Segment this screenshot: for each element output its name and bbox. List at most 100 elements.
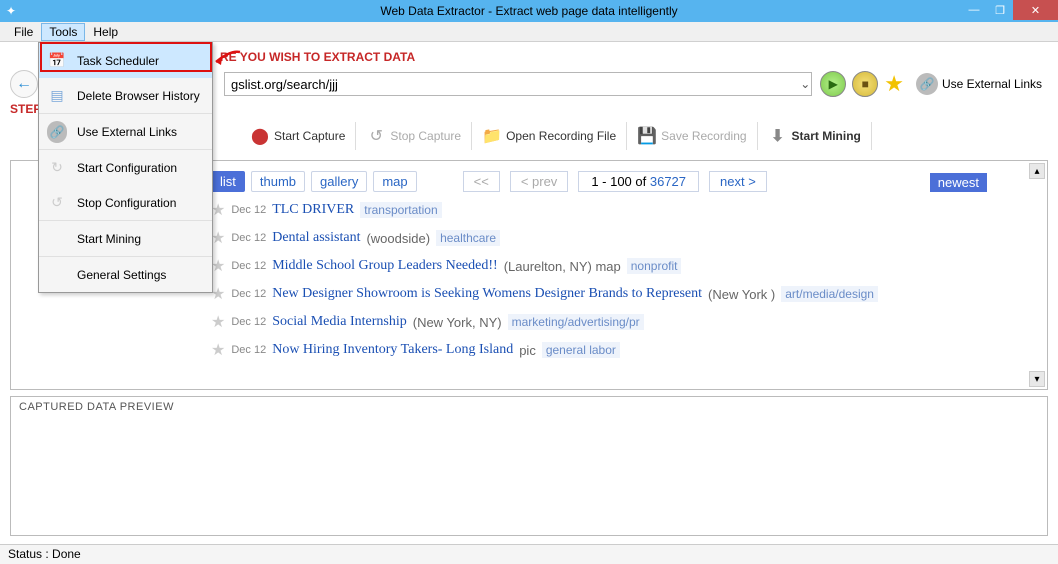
listing-row[interactable]: ★ Dec 12 Dental assistant (woodside) healthc… [211, 228, 1017, 248]
dd-label: Delete Browser History [77, 89, 200, 103]
menu-stop-config[interactable]: ↺ Stop Configuration [39, 185, 212, 220]
menu-file[interactable]: File [6, 23, 41, 41]
pager-first[interactable]: << [463, 171, 500, 192]
menu-general-settings[interactable]: General Settings [39, 257, 212, 292]
ext-links-label: Use External Links [942, 77, 1042, 91]
go-button[interactable]: ▶ [820, 71, 846, 97]
undo-icon: ↺ [366, 126, 386, 146]
tbtn-label: Open Recording File [506, 129, 616, 143]
range-total: 36727 [650, 174, 686, 189]
view-map[interactable]: map [373, 171, 416, 192]
external-links-toggle[interactable]: 🔗 Use External Links [910, 71, 1048, 97]
statusbar: Status : Done [0, 544, 1058, 564]
pager-prev[interactable]: < prev [510, 171, 569, 192]
listing-place: (woodside) [366, 231, 430, 246]
pager-next[interactable]: next > [709, 171, 767, 192]
listing-date: Dec 12 [231, 288, 266, 300]
dd-label: Stop Configuration [77, 196, 176, 210]
undo-icon: ↺ [47, 193, 67, 213]
listing-date: Dec 12 [231, 344, 266, 356]
tbtn-label: Start Mining [792, 129, 861, 143]
download-icon: ⬇ [768, 126, 788, 146]
captured-data-heading: CAPTURED DATA PREVIEW [19, 401, 1039, 413]
list-icon: ▤ [47, 86, 67, 106]
listing-date: Dec 12 [231, 316, 266, 328]
listing-tag[interactable]: transportation [360, 202, 441, 218]
listing-place: (Laurelton, NY) map [504, 259, 621, 274]
link-icon: 🔗 [47, 122, 67, 142]
menu-start-mining[interactable]: Start Mining [39, 221, 212, 256]
sort-newest[interactable]: newest [930, 173, 987, 192]
scroll-down-button[interactable]: ▾ [1029, 371, 1045, 387]
listing-date: Dec 12 [231, 232, 266, 244]
listing-title[interactable]: TLC DRIVER [272, 202, 354, 218]
listing-row[interactable]: ★ Dec 12 Social Media Internship (New York,… [211, 312, 1017, 332]
star-icon[interactable]: ★ [211, 312, 225, 332]
view-gallery[interactable]: gallery [311, 171, 367, 192]
listing-tag[interactable]: marketing/advertising/pr [508, 314, 644, 330]
listing-title[interactable]: Now Hiring Inventory Takers- Long Island [272, 342, 513, 358]
star-icon[interactable]: ★ [211, 256, 225, 276]
app-icon: ✦ [6, 4, 16, 18]
link-icon: 🔗 [916, 73, 938, 95]
window-title: Web Data Extractor - Extract web page da… [380, 4, 677, 18]
listing-tag[interactable]: art/media/design [781, 286, 878, 302]
save-recording-button[interactable]: 💾Save Recording [627, 122, 757, 150]
tools-dropdown: 📅 Task Scheduler ▤ Delete Browser Histor… [38, 42, 213, 293]
close-button[interactable]: ✕ [1013, 0, 1058, 20]
listing-place: (New York, NY) [413, 315, 502, 330]
menu-start-config[interactable]: ↻ Start Configuration [39, 150, 212, 185]
start-mining-button[interactable]: ⬇ Start Mining [758, 122, 872, 150]
menu-use-external-links[interactable]: 🔗 Use External Links [39, 114, 212, 149]
star-icon[interactable]: ★ [211, 200, 225, 220]
play-icon: ▶ [829, 77, 838, 91]
menu-task-scheduler[interactable]: 📅 Task Scheduler [39, 43, 212, 78]
listing-date: Dec 12 [231, 204, 266, 216]
dd-label: Task Scheduler [77, 54, 159, 68]
stop-capture-button[interactable]: ↺Stop Capture [356, 122, 472, 150]
listing-title[interactable]: Middle School Group Leaders Needed!! [272, 258, 497, 274]
listing-row[interactable]: ★ Dec 12 Now Hiring Inventory Takers- Long… [211, 340, 1017, 360]
open-recording-button[interactable]: 📁Open Recording File [472, 122, 627, 150]
pager-range: 1 - 100 of 36727 [578, 171, 699, 192]
start-capture-button[interactable]: ⬤Start Capture [240, 122, 356, 150]
listing-title[interactable]: New Designer Showroom is Seeking Womens … [272, 286, 702, 302]
menubar: File Tools Help [0, 22, 1058, 42]
range-text: 1 - 100 of [591, 174, 650, 189]
pager: << < prev 1 - 100 of 36727 next > [463, 171, 767, 192]
listing-row[interactable]: ★ Dec 12 Middle School Group Leaders Neede… [211, 256, 1017, 276]
dd-label: Start Mining [77, 232, 141, 246]
menu-tools[interactable]: Tools [41, 23, 85, 41]
calendar-icon: 📅 [47, 51, 67, 71]
star-icon[interactable]: ★ [211, 228, 225, 248]
listing-title[interactable]: Social Media Internship [272, 314, 407, 330]
star-icon[interactable]: ★ [211, 340, 225, 360]
listing-tag[interactable]: nonprofit [627, 258, 682, 274]
scroll-up-button[interactable]: ▴ [1029, 163, 1045, 179]
listing-row[interactable]: ★ Dec 12 New Designer Showroom is Seeking … [211, 284, 1017, 304]
stop-button[interactable]: ■ [852, 71, 878, 97]
star-icon[interactable]: ★ [211, 284, 225, 304]
url-input[interactable] [224, 72, 812, 96]
listing-date: Dec 12 [231, 260, 266, 272]
dropdown-arrow-icon[interactable]: ⌄ [796, 77, 814, 91]
back-button[interactable]: ← [10, 70, 38, 98]
listing-tag[interactable]: healthcare [436, 230, 500, 246]
titlebar: ✦ Web Data Extractor - Extract web page … [0, 0, 1058, 22]
view-thumb[interactable]: thumb [251, 171, 305, 192]
listing-title[interactable]: Dental assistant [272, 230, 360, 246]
record-icon: ⬤ [250, 126, 270, 146]
maximize-button[interactable]: ❐ [987, 0, 1013, 20]
listing-row[interactable]: ★ Dec 12 TLC DRIVER transportation [211, 200, 1017, 220]
status-text: Status : Done [8, 547, 81, 561]
dd-label: Use External Links [77, 125, 177, 139]
redo-icon: ↻ [47, 158, 67, 178]
menu-delete-history[interactable]: ▤ Delete Browser History [39, 78, 212, 113]
tbtn-label: Save Recording [661, 129, 746, 143]
minimize-button[interactable]: — [961, 0, 987, 20]
view-list[interactable]: list [211, 171, 245, 192]
menu-help[interactable]: Help [85, 23, 126, 41]
favorite-icon[interactable]: ★ [884, 71, 904, 97]
view-filter-row: list thumb gallery map << < prev 1 - 100… [211, 171, 1017, 192]
listing-tag[interactable]: general labor [542, 342, 620, 358]
